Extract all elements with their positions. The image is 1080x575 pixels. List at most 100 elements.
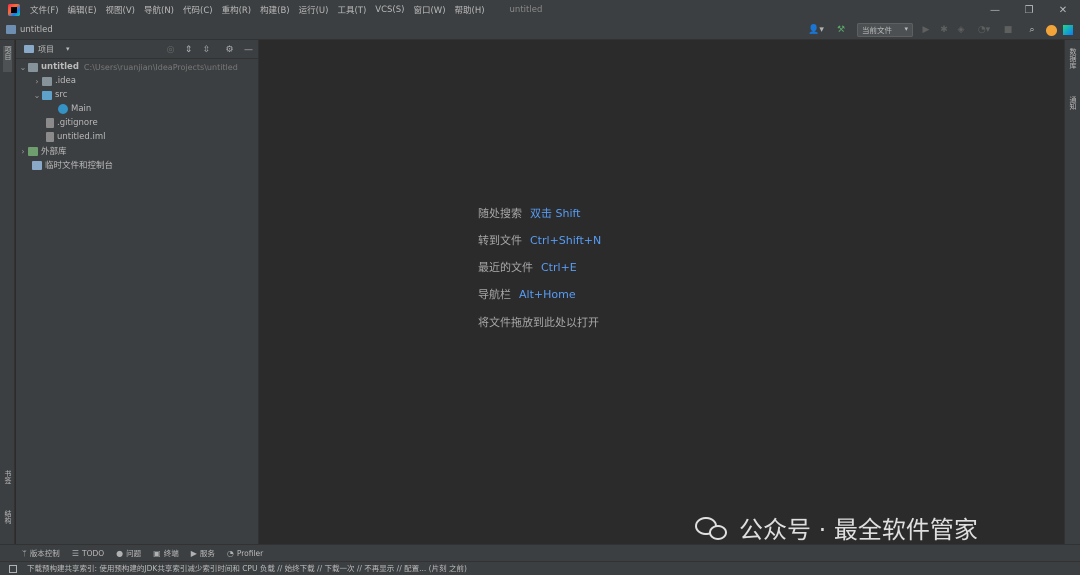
ide-logo-icon[interactable] xyxy=(1061,20,1075,40)
search-icon[interactable]: ⌕ xyxy=(1026,20,1038,40)
chevron-down-icon: ▾ xyxy=(904,25,908,33)
java-class-icon xyxy=(58,104,68,114)
project-view-icon xyxy=(24,45,34,53)
tree-label-root: untitled xyxy=(41,62,79,72)
breadcrumb-project[interactable]: untitled xyxy=(20,25,53,35)
menu-edit[interactable]: 编辑(E) xyxy=(68,4,97,16)
project-panel-title[interactable]: 项目 xyxy=(38,44,54,55)
build-hammer-icon[interactable]: ⚒ xyxy=(834,20,848,40)
right-tool-strip: 数据库 通知 xyxy=(1064,40,1080,544)
tree-label-external-libs: 外部库 xyxy=(41,147,67,157)
folder-icon xyxy=(42,76,52,86)
tree-row-idea[interactable]: › .idea xyxy=(16,74,259,88)
tree-row-scratches[interactable]: 临时文件和控制台 xyxy=(16,158,259,172)
tree-label-gitignore: .gitignore xyxy=(57,118,98,128)
collapse-all-icon[interactable]: ⇳ xyxy=(200,43,213,56)
tree-row-gitignore[interactable]: .gitignore xyxy=(16,116,259,130)
profile-icon[interactable]: ◔▾ xyxy=(974,20,994,40)
chevron-down-icon[interactable]: ⌄ xyxy=(32,91,42,100)
status-message[interactable]: 下载预构建共享索引: 使用预构建的JDK共享索引减少索引时间和 CPU 负载 /… xyxy=(27,563,467,574)
updates-icon[interactable] xyxy=(1044,20,1058,40)
close-button[interactable]: ✕ xyxy=(1046,0,1080,20)
tree-label-src: src xyxy=(55,90,68,100)
chevron-down-icon[interactable]: ▾ xyxy=(66,45,70,53)
hint-label: 导航栏 xyxy=(478,288,511,301)
menu-file[interactable]: 文件(F) xyxy=(30,4,59,16)
terminal-tool-button[interactable]: ▣ 终端 xyxy=(153,548,179,559)
problems-tool-button[interactable]: ● 问题 xyxy=(116,548,141,559)
module-folder-icon xyxy=(28,62,38,72)
chevron-right-icon[interactable]: › xyxy=(32,77,42,86)
source-folder-icon xyxy=(42,90,52,100)
profiler-tool-button[interactable]: ◔ Profiler xyxy=(227,549,263,558)
account-icon[interactable]: 👤▾ xyxy=(805,20,827,40)
menu-help[interactable]: 帮助(H) xyxy=(455,4,485,16)
hide-icon[interactable]: — xyxy=(242,43,255,56)
menu-bar: 文件(F) 编辑(E) 视图(V) 导航(N) 代码(C) 重构(R) 构建(B… xyxy=(0,0,1080,20)
coverage-icon[interactable]: ◈ xyxy=(955,20,967,40)
menu-vcs[interactable]: VCS(S) xyxy=(375,5,404,15)
stop-icon[interactable]: ■ xyxy=(1002,20,1014,40)
tree-row-src[interactable]: ⌄ src xyxy=(16,88,259,102)
menu-code[interactable]: 代码(C) xyxy=(183,4,213,16)
info-icon: ● xyxy=(116,548,124,558)
tree-row-root[interactable]: ⌄ untitled C:\Users\ruanjian\IdeaProject… xyxy=(16,60,259,74)
file-icon xyxy=(46,132,54,142)
database-tool-tab[interactable]: 数据库 xyxy=(1068,48,1078,69)
watermark-text: 公众号 · 最全软件管家 xyxy=(739,516,978,544)
intellij-logo-icon[interactable] xyxy=(8,4,20,16)
left-tool-strip: 项目 书签 结构 xyxy=(0,40,15,544)
run-icon[interactable]: ▶ xyxy=(920,20,932,40)
tree-row-main[interactable]: Main xyxy=(16,102,259,116)
menu-tools[interactable]: 工具(T) xyxy=(337,4,366,16)
chevron-right-icon[interactable]: › xyxy=(18,147,28,156)
bookmarks-tool-tab[interactable]: 书签 xyxy=(3,470,13,484)
minimize-button[interactable]: — xyxy=(978,0,1012,20)
menu-build[interactable]: 构建(B) xyxy=(260,4,289,16)
menu-refactor[interactable]: 重构(R) xyxy=(222,4,252,16)
gear-icon[interactable]: ⚙ xyxy=(223,43,236,56)
services-icon: ▶ xyxy=(190,548,197,558)
tree-label-main: Main xyxy=(71,104,92,114)
tree-row-iml[interactable]: untitled.iml xyxy=(16,130,259,144)
hint-drop-files: 将文件拖放到此处以打开 xyxy=(478,314,599,330)
hint-recent-files: 最近的文件 Ctrl+E xyxy=(478,259,577,275)
notifications-tool-tab[interactable]: 通知 xyxy=(1068,96,1078,110)
terminal-label: 终端 xyxy=(163,548,179,558)
hint-label: 转到文件 xyxy=(478,234,522,247)
terminal-icon: ▣ xyxy=(153,548,161,558)
wechat-logo-icon xyxy=(695,513,731,543)
problems-label: 问题 xyxy=(126,548,142,558)
chevron-down-icon[interactable]: ⌄ xyxy=(18,63,28,72)
hint-label: 随处搜索 xyxy=(478,207,522,220)
services-tool-button[interactable]: ▶ 服务 xyxy=(191,548,215,559)
tool-windows-icon[interactable] xyxy=(9,564,17,573)
window-title: untitled xyxy=(509,5,543,15)
hint-search-everywhere: 随处搜索 双击 Shift xyxy=(478,205,581,221)
project-panel-header: 项目 ▾ ◎ ⇕ ⇳ ⚙ — xyxy=(16,40,258,59)
project-tree: ⌄ untitled C:\Users\ruanjian\IdeaProject… xyxy=(16,60,259,172)
project-tool-window: 项目 ▾ ◎ ⇕ ⇳ ⚙ — ⌄ untitled C:\Users\ruanj… xyxy=(16,40,259,544)
menu-run[interactable]: 运行(U) xyxy=(299,4,329,16)
debug-icon[interactable]: ✱ xyxy=(938,20,950,40)
structure-tool-tab[interactable]: 结构 xyxy=(3,510,13,524)
navigation-bar: untitled xyxy=(0,20,1080,40)
profiler-icon: ◔ xyxy=(226,548,234,558)
menu-navigate[interactable]: 导航(N) xyxy=(144,4,174,16)
hint-shortcut: Alt+Home xyxy=(519,288,576,301)
todo-tool-button[interactable]: ☰ TODO xyxy=(72,549,104,558)
tree-label-iml: untitled.iml xyxy=(57,132,106,142)
menu-window[interactable]: 窗口(W) xyxy=(413,4,445,16)
expand-all-icon[interactable]: ⇕ xyxy=(182,43,195,56)
vcs-tool-button[interactable]: ᛘ 版本控制 xyxy=(22,548,60,559)
tree-row-external-libs[interactable]: › 外部库 xyxy=(16,144,259,158)
run-configuration-select[interactable]: 当前文件 ▾ xyxy=(857,23,913,37)
editor-area[interactable]: 随处搜索 双击 Shift 转到文件 Ctrl+Shift+N 最近的文件 Ctrl+… xyxy=(260,40,1064,544)
restore-button[interactable]: ❐ xyxy=(1012,0,1046,20)
hint-goto-file: 转到文件 Ctrl+Shift+N xyxy=(478,232,601,248)
project-tool-tab[interactable]: 项目 xyxy=(3,46,13,60)
tree-label-idea: .idea xyxy=(55,76,76,86)
menu-view[interactable]: 视图(V) xyxy=(106,4,135,16)
hint-shortcut: 双击 Shift xyxy=(530,207,581,220)
locate-icon[interactable]: ◎ xyxy=(164,43,177,56)
